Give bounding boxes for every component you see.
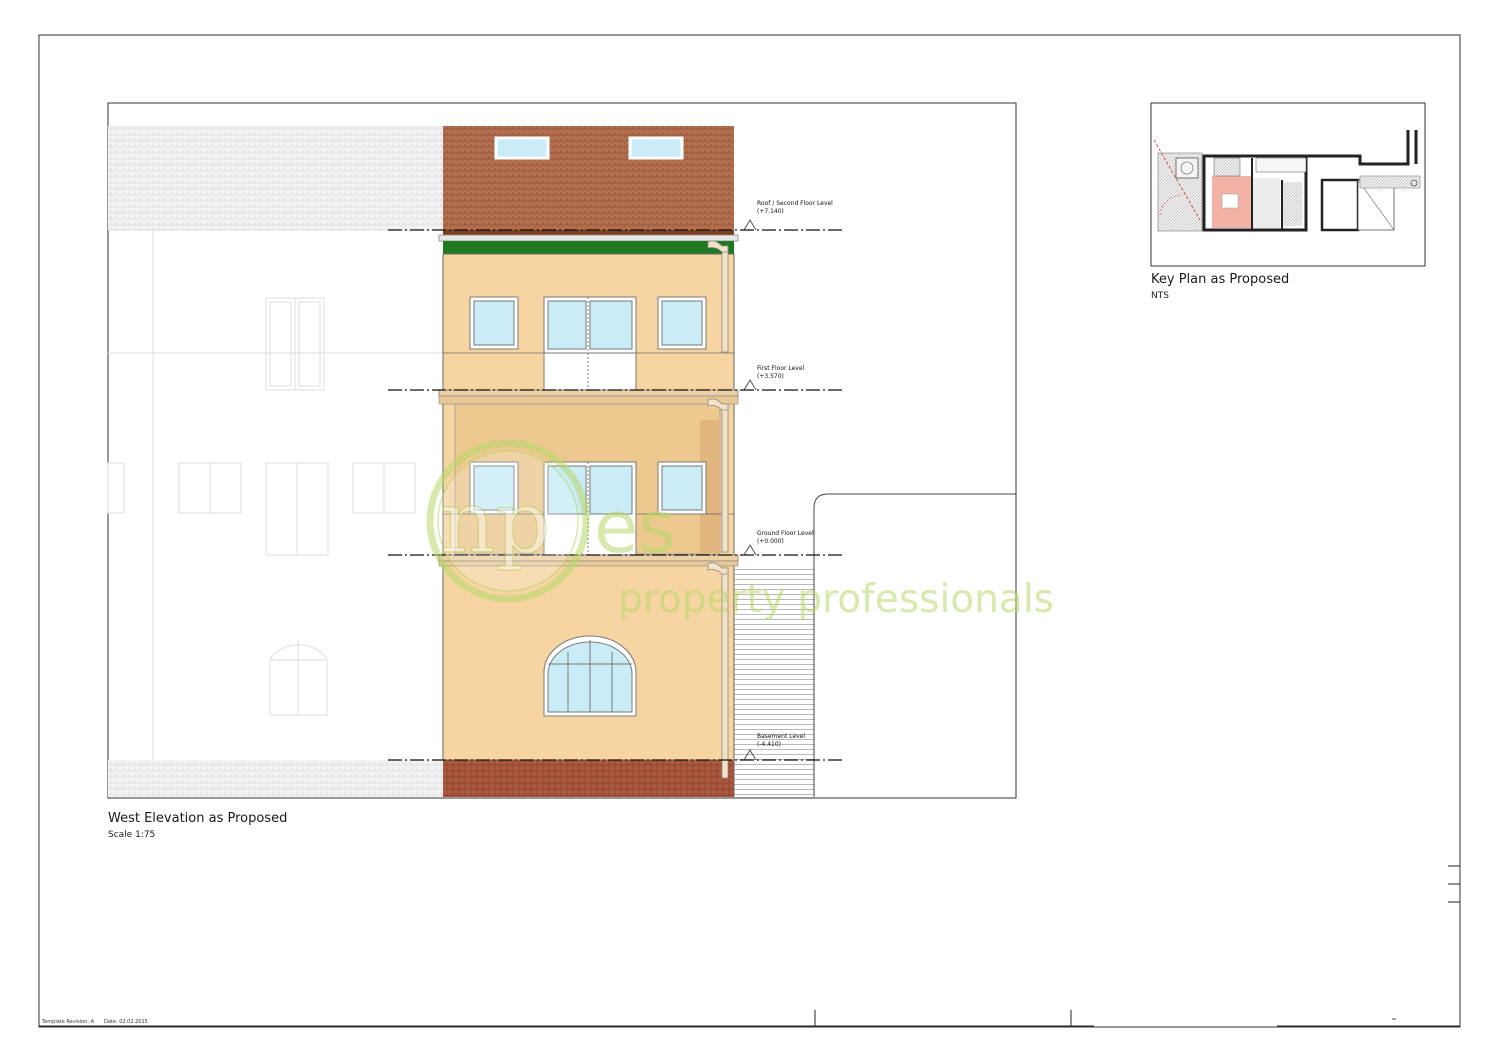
drawing-sheet: Roof / Second Floor Level (+7.140) First… xyxy=(38,34,1461,1028)
watermark-tagline: property professionals xyxy=(618,577,1054,622)
basement-paving xyxy=(443,760,734,797)
title-block-ticks xyxy=(39,865,1460,1027)
elevation-caption: West Elevation as Proposed Scale 1:75 xyxy=(108,811,287,840)
level-value: (+7.140) xyxy=(757,208,784,215)
level-value: (-4.410) xyxy=(757,741,781,748)
key-plan-title: Key Plan as Proposed xyxy=(1151,272,1290,287)
level-name: Basement Level xyxy=(757,733,805,740)
green-roof-edge xyxy=(443,241,734,254)
key-plan-scale: NTS xyxy=(1151,291,1169,301)
watermark-tail: es xyxy=(594,485,676,569)
key-plan-caption: Key Plan as Proposed NTS xyxy=(1151,272,1289,301)
level-name: First Floor Level xyxy=(757,365,805,372)
level-name: Roof / Second Floor Level xyxy=(757,200,833,207)
level-name: Ground Floor Level xyxy=(757,530,814,537)
watermark-monogram: np xyxy=(440,473,550,573)
level-name: (+0.000) xyxy=(757,538,784,545)
roof-gutter xyxy=(443,230,734,235)
elevation-title: West Elevation as Proposed xyxy=(108,811,288,826)
elevation-scale: Scale 1:75 xyxy=(108,830,156,840)
footer-date: Date: 02.02.2015 xyxy=(104,1019,148,1025)
level-value: (+3.570) xyxy=(757,373,784,380)
basement-arched-window xyxy=(543,635,637,717)
roof-tiles xyxy=(443,126,734,230)
template-revision: Template Revision: A xyxy=(42,1019,94,1025)
